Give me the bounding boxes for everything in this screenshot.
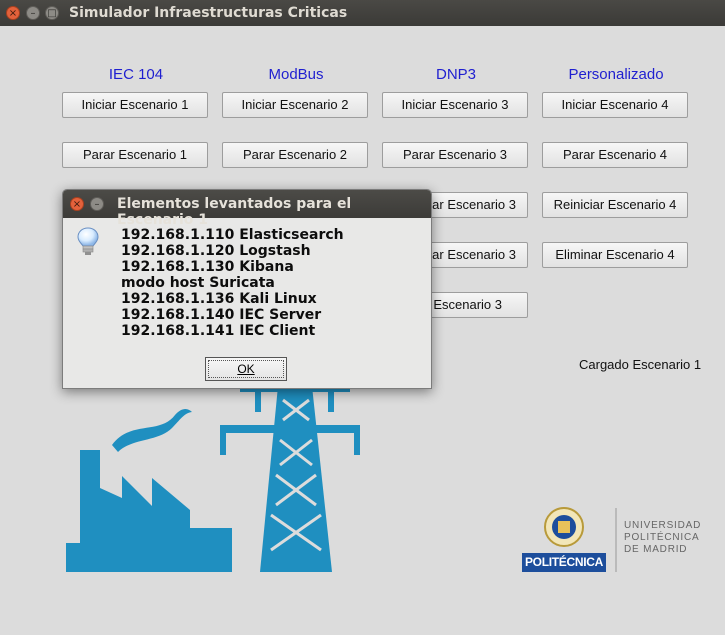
dialog-minimize-icon[interactable]: – <box>90 197 104 211</box>
start-scenario-1-button[interactable]: Iniciar Escenario 1 <box>62 92 208 118</box>
ok-button-label: OK <box>237 362 255 376</box>
dialog-line: 192.168.1.141 IEC Client <box>121 323 316 339</box>
upm-name-line-3: DE MADRID <box>624 544 688 555</box>
dialog-line: modo host Suricata <box>121 275 275 291</box>
stop-scenario-2-button[interactable]: Parar Escenario 2 <box>222 142 368 168</box>
window-title: Simulador Infraestructuras Criticas <box>69 5 348 21</box>
start-scenario-2-button[interactable]: Iniciar Escenario 2 <box>222 92 368 118</box>
restart-scenario-4-button[interactable]: Reiniciar Escenario 4 <box>542 192 688 218</box>
header-iec104: IEC 104 <box>108 66 164 83</box>
upm-name: UNIVERSIDAD POLITÉCNICA DE MADRID <box>624 520 701 556</box>
close-icon[interactable]: × <box>6 6 20 20</box>
status-label: Cargado Escenario 1 <box>579 357 702 372</box>
dialog-close-icon[interactable]: × <box>70 197 84 211</box>
dialog-line: 192.168.1.110 Elasticsearch <box>121 227 344 243</box>
dialog-message: 192.168.1.110 Elasticsearch 192.168.1.12… <box>121 227 344 339</box>
window-titlebar: × – □ Simulador Infraestructuras Critica… <box>0 0 725 26</box>
stop-scenario-3-button[interactable]: Parar Escenario 3 <box>382 142 528 168</box>
start-scenario-3-button[interactable]: Iniciar Escenario 3 <box>382 92 528 118</box>
dialog-title: Elementos levantados para el Escenario 1 <box>117 196 352 228</box>
dialog-line: 192.168.1.140 IEC Server <box>121 307 322 323</box>
scenario-dialog: × – Elementos levantados para el Escenar… <box>62 189 432 389</box>
dialog-line: 192.168.1.130 Kibana <box>121 259 294 275</box>
header-dnp3: DNP3 <box>435 66 476 83</box>
dialog-line: 192.168.1.120 Logstash <box>121 243 311 259</box>
dialog-titlebar: × – Elementos levantados para el Escenar… <box>63 190 431 228</box>
minimize-icon[interactable]: – <box>26 6 40 20</box>
upm-name-line-2: POLITÉCNICA <box>624 532 700 543</box>
infrastructure-illustration <box>66 380 360 572</box>
upm-name-line-1: UNIVERSIDAD <box>624 520 702 531</box>
header-personalizado: Personalizado <box>568 66 664 83</box>
delete-scenario-4-button[interactable]: Eliminar Escenario 4 <box>542 242 688 268</box>
stop-scenario-1-button[interactable]: Parar Escenario 1 <box>62 142 208 168</box>
upm-badge-text: POLITÉCNICA <box>524 555 604 569</box>
start-scenario-4-button[interactable]: Iniciar Escenario 4 <box>542 92 688 118</box>
maximize-icon[interactable]: □ <box>45 6 59 20</box>
stop-scenario-4-button[interactable]: Parar Escenario 4 <box>542 142 688 168</box>
header-modbus: ModBus <box>268 66 324 83</box>
dialog-line: 192.168.1.136 Kali Linux <box>121 291 317 307</box>
ok-button[interactable]: OK <box>205 357 287 381</box>
lightbulb-icon <box>77 227 99 255</box>
